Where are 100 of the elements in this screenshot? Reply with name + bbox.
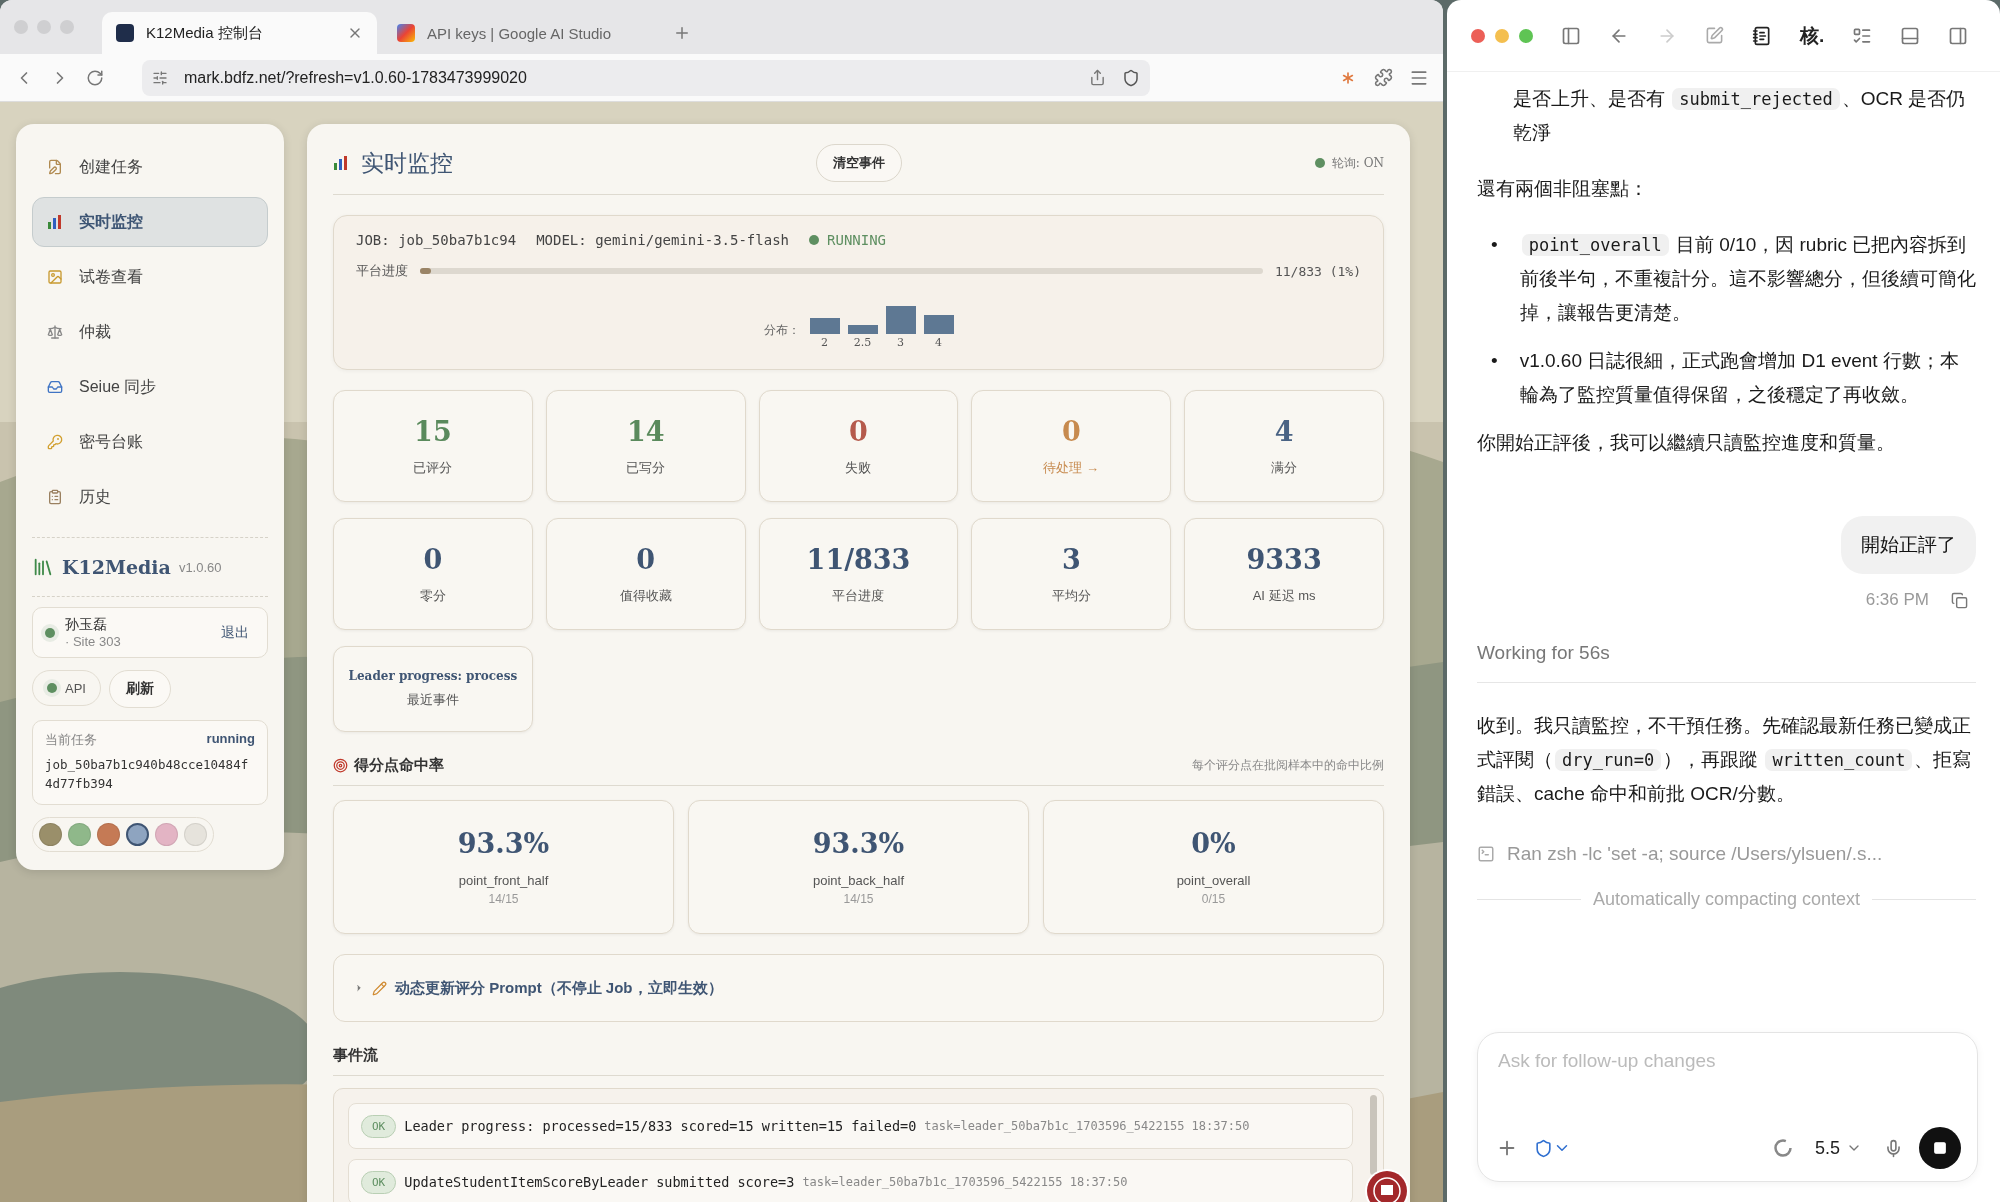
list-item: v1.0.60 日誌很細，正式跑會增加 D1 event 行數；本輪為了監控質量值得保留，之後穩定了再收斂。 <box>1519 349 1960 407</box>
browser-tab[interactable]: K12Media 控制台 <box>102 12 377 54</box>
event-meta: task=leader_50ba7b1c_1703596_5422155 18:37:50 <box>802 1175 1128 1189</box>
stat-label: 零分 <box>419 586 446 605</box>
stat-value: 0 <box>636 543 656 575</box>
hit-rate-value: 93.3% <box>457 828 550 859</box>
address-field[interactable]: mark.bdfz.net/?refresh=v1.0.60-1783473999020 <box>142 59 1150 96</box>
page-title: 实时监控 <box>361 148 453 178</box>
nav-item[interactable]: 实时监控 <box>32 197 268 247</box>
hit-rate-value: 0% <box>1191 828 1236 859</box>
list-item: point_overall 目前 0/10，因 rubric 已把內容拆到前後半句，不重複計分。這不影響總分，但後續可簡化掉，讓報告更清楚。 <box>1519 233 1976 325</box>
pencil-icon <box>372 980 387 996</box>
notebook-icon[interactable] <box>1752 25 1772 46</box>
stat-value: 0 <box>1061 415 1081 447</box>
nav-item[interactable]: 创建任务 <box>32 142 268 192</box>
version-label: v1.0.60 <box>178 559 222 575</box>
stat-value: 0 <box>849 415 868 447</box>
user-name: 孙玉磊 <box>65 616 108 634</box>
stat-label: 满分 <box>1271 458 1298 477</box>
chat-title: 核. <box>1800 23 1825 48</box>
recent-event: Leader progress: process <box>348 669 518 683</box>
stat-label: 值得收藏 <box>619 586 672 605</box>
window-control[interactable] <box>1471 28 1485 43</box>
nav-icon <box>47 214 63 230</box>
user-message: 開始正評了 <box>1841 516 1976 574</box>
section-title: 事件流 <box>333 1046 378 1063</box>
message-paragraph: 收到。我只讀監控，不干預任務。先確認最新任務已變成正式評閱（ dry_run=0 ），再跟蹤 written_count 、拒寫錯誤、cache 命中和前批 OCR/分數。 <box>1477 714 1973 806</box>
stat-label: 最近事件 <box>406 691 459 709</box>
distribution-bar <box>885 306 916 334</box>
stop-button[interactable] <box>1919 1127 1961 1169</box>
nav-icon <box>47 269 63 285</box>
target-icon <box>333 758 348 773</box>
event-message: UpdateStudentItemScoreByLeader submitted score=3 <box>404 1174 795 1190</box>
clear-events-button[interactable]: 清空事件 <box>815 144 902 182</box>
api-label: API <box>65 680 86 696</box>
bin-label: 4 <box>935 336 942 349</box>
disclosure-icon <box>354 983 364 993</box>
progress-reading: 11/833 (1%) <box>1274 263 1361 279</box>
nav-item[interactable]: 历史 <box>32 472 268 522</box>
stat-label: 失败 <box>845 458 872 477</box>
nav-item[interactable]: 密号台账 <box>32 417 268 467</box>
progress-label: 平台进度 <box>356 262 408 280</box>
nav-icon <box>47 489 63 505</box>
favicon-icon <box>116 24 134 42</box>
stat-label: 已评分 <box>413 458 453 477</box>
stop-icon <box>1933 1141 1947 1155</box>
chart-icon <box>333 155 349 171</box>
panel-bottom-icon[interactable] <box>1900 25 1921 46</box>
logout-button[interactable]: 退出 <box>215 622 255 643</box>
prompt-update-toggle[interactable]: 动态更新评分 Prompt（不停止 Job，立即生效） <box>333 954 1384 1022</box>
section-title: 得分点命中率 <box>354 756 444 775</box>
model-selector[interactable]: 5.5 <box>1808 1136 1868 1160</box>
status-dot <box>809 235 820 245</box>
message-time: 6:36 PM <box>1865 590 1929 610</box>
nav-icon <box>47 379 63 395</box>
stat-value: 0 <box>423 543 443 575</box>
event-meta: task=leader_50ba7b1c_1703596_5422155 18:37:50 <box>924 1119 1250 1133</box>
copy-icon[interactable] <box>1951 591 1968 609</box>
stat-label: AI 延迟 ms <box>1252 586 1316 605</box>
polling-status: 轮询: ON <box>1331 154 1384 172</box>
hit-count: 0/15 <box>1201 892 1226 906</box>
job-status: RUNNING <box>827 232 887 248</box>
bin-label: 2 <box>821 336 828 349</box>
sidebar-icon[interactable] <box>1561 25 1581 46</box>
site-label: · Site 303 <box>65 634 121 649</box>
stat-value: 3 <box>1061 543 1081 575</box>
stat-value: 15 <box>414 415 452 447</box>
nav-icon <box>47 434 63 450</box>
stat-label: 待处理 → <box>1043 458 1100 477</box>
site-settings-icon[interactable] <box>152 69 168 86</box>
stat-label: 平台进度 <box>832 586 885 605</box>
context-notice: Automatically compacting context <box>1592 889 1861 910</box>
shield-icon[interactable] <box>1122 68 1140 87</box>
share-icon[interactable] <box>1089 69 1106 86</box>
nav-item[interactable]: 仲裁 <box>32 307 268 357</box>
bin-label: 2.5 <box>853 336 872 349</box>
nav-item[interactable]: Seiue 同步 <box>32 362 268 412</box>
microphone-icon[interactable] <box>1884 1138 1903 1158</box>
theme-swatch[interactable] <box>126 822 149 846</box>
reload-icon[interactable] <box>86 68 104 87</box>
message-paragraph: 你開始正評後，我可以繼續只讀監控進度和質量。 <box>1477 431 1896 455</box>
browser-tab[interactable]: API keys | Google AI Studio <box>383 12 653 54</box>
emblem-icon <box>1364 1168 1410 1202</box>
stat-label: 已写分 <box>626 458 666 477</box>
job-id: job_50ba7b1c940b48cce10484f4d77fb394 <box>45 756 250 794</box>
books-icon <box>32 556 54 578</box>
stat-value: 14 <box>626 415 665 447</box>
panel-right-icon[interactable] <box>1948 25 1969 46</box>
task-title: 当前任务 <box>45 731 97 749</box>
terminal-icon <box>1477 845 1495 863</box>
event-message: Leader progress: processed=15/833 scored=15 written=15 failed=0 <box>404 1118 917 1134</box>
window-control[interactable] <box>1519 28 1533 43</box>
scrollbar-thumb[interactable] <box>1370 1095 1377 1175</box>
distribution-bar <box>809 318 840 334</box>
message-paragraph: 還有兩個非阻塞點： <box>1477 177 1649 201</box>
refresh-button[interactable]: 刷新 <box>108 670 171 708</box>
new-chat-icon[interactable] <box>1705 26 1724 45</box>
nav-item[interactable]: 试卷查看 <box>32 252 268 302</box>
extensions-icon[interactable] <box>1374 68 1393 87</box>
composer-field[interactable]: Ask for follow-up changes 5.5 <box>1477 1032 1978 1182</box>
